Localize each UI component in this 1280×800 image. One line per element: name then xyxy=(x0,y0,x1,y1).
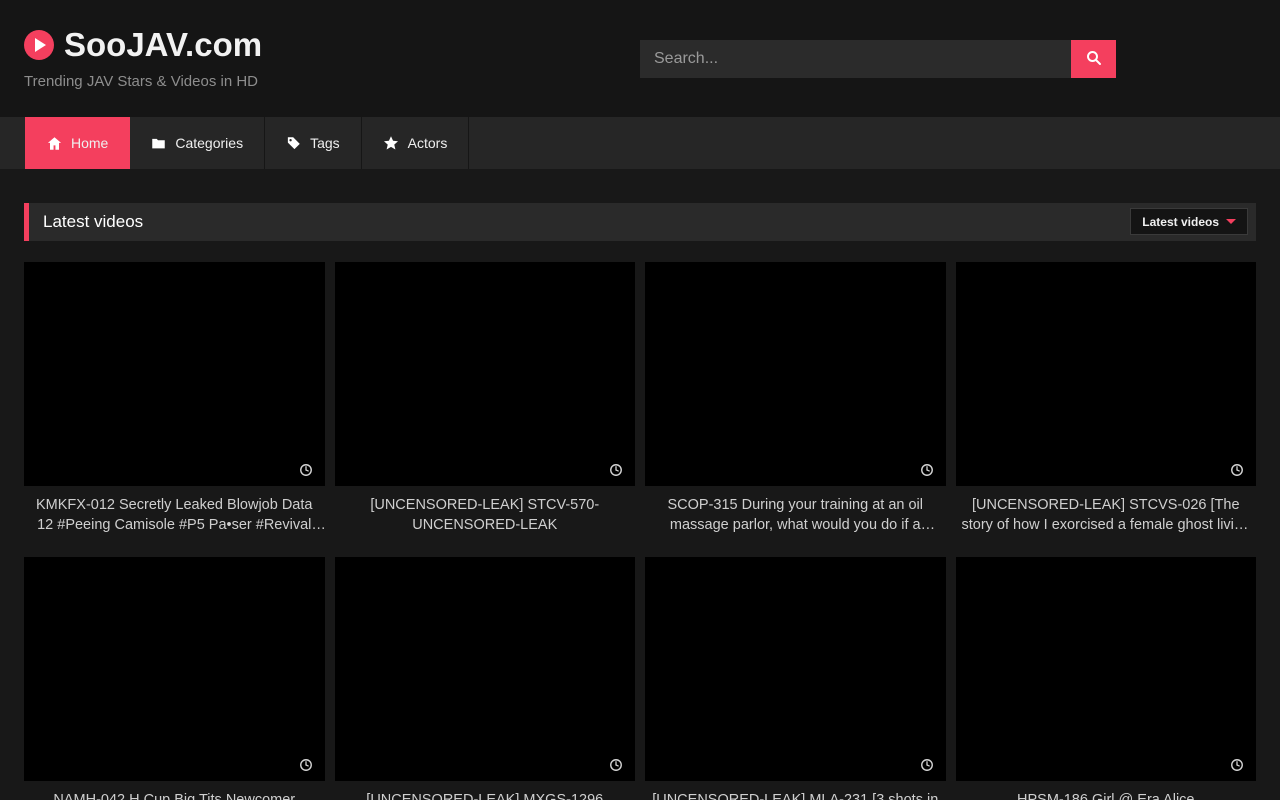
folder-icon xyxy=(151,136,166,151)
nav-item-categories[interactable]: Categories xyxy=(130,117,265,169)
video-card[interactable]: [UNCENSORED-LEAK] MLA-231 [3 shots in xyxy=(645,557,946,800)
site-logo[interactable]: SooJAV.com xyxy=(24,26,262,64)
video-card[interactable]: SCOP-315 During your training at an oil … xyxy=(645,262,946,535)
video-thumbnail[interactable] xyxy=(645,557,946,781)
main-nav: Home Categories Tags Actors xyxy=(0,117,1280,169)
video-thumbnail[interactable] xyxy=(956,262,1257,486)
video-card[interactable]: [UNCENSORED-LEAK] STCVS-026 [The story o… xyxy=(956,262,1257,535)
site-tagline: Trending JAV Stars & Videos in HD xyxy=(24,73,262,90)
search-box xyxy=(640,40,1116,78)
video-title: SCOP-315 During your training at an oil … xyxy=(645,495,946,535)
search-button[interactable] xyxy=(1071,40,1116,78)
video-thumbnail[interactable] xyxy=(335,262,636,486)
video-thumbnail[interactable] xyxy=(24,557,325,781)
tag-icon xyxy=(286,136,301,151)
video-grid: KMKFX-012 Secretly Leaked Blowjob Data 1… xyxy=(24,262,1256,800)
brand-block: SooJAV.com Trending JAV Stars & Videos i… xyxy=(24,26,262,90)
nav-item-label: Tags xyxy=(310,135,340,151)
video-title: [UNCENSORED-LEAK] STCVS-026 [The story o… xyxy=(956,495,1257,535)
section-title: Latest videos xyxy=(43,212,143,232)
clock-icon xyxy=(609,463,623,477)
nav-item-tags[interactable]: Tags xyxy=(265,117,362,169)
sort-dropdown-label: Latest videos xyxy=(1142,215,1219,229)
nav-item-actors[interactable]: Actors xyxy=(362,117,470,169)
home-icon xyxy=(47,136,62,151)
clock-icon xyxy=(299,758,313,772)
video-thumbnail[interactable] xyxy=(645,262,946,486)
clock-icon xyxy=(299,463,313,477)
clock-icon xyxy=(920,758,934,772)
video-thumbnail[interactable] xyxy=(335,557,636,781)
clock-icon xyxy=(1230,463,1244,477)
video-card[interactable]: [UNCENSORED-LEAK] STCV-570-UNCENSORED-LE… xyxy=(335,262,636,535)
nav-item-label: Home xyxy=(71,135,108,151)
video-title: HPSM-186 Girl @ Era Alice xyxy=(956,790,1257,800)
video-card[interactable]: KMKFX-012 Secretly Leaked Blowjob Data 1… xyxy=(24,262,325,535)
video-thumbnail[interactable] xyxy=(956,557,1257,781)
video-thumbnail[interactable] xyxy=(24,262,325,486)
video-card[interactable]: HPSM-186 Girl @ Era Alice xyxy=(956,557,1257,800)
sort-dropdown[interactable]: Latest videos xyxy=(1130,208,1248,235)
nav-item-label: Categories xyxy=(175,135,243,151)
video-title: [UNCENSORED-LEAK] MLA-231 [3 shots in xyxy=(645,790,946,800)
video-title: [UNCENSORED-LEAK] STCV-570-UNCENSORED-LE… xyxy=(335,495,636,535)
clock-icon xyxy=(609,758,623,772)
search-input[interactable] xyxy=(640,40,1071,78)
main-content: Latest videos Latest videos KMKFX-012 Se… xyxy=(0,203,1280,800)
site-header: SooJAV.com Trending JAV Stars & Videos i… xyxy=(0,0,1280,117)
video-title: KMKFX-012 Secretly Leaked Blowjob Data 1… xyxy=(24,495,325,535)
site-name: SooJAV.com xyxy=(64,26,262,64)
clock-icon xyxy=(1230,758,1244,772)
nav-item-label: Actors xyxy=(408,135,448,151)
video-title: [UNCENSORED-LEAK] MXGS-1296 Absolutely xyxy=(335,790,636,800)
nav-item-home[interactable]: Home xyxy=(25,117,130,169)
section-header: Latest videos Latest videos xyxy=(24,203,1256,241)
video-title: NAMH-042 H Cup Big Tits Newcomer (170cm … xyxy=(24,790,325,800)
star-icon xyxy=(383,135,399,151)
section-accent-bar xyxy=(24,203,29,241)
video-card[interactable]: [UNCENSORED-LEAK] MXGS-1296 Absolutely xyxy=(335,557,636,800)
clock-icon xyxy=(920,463,934,477)
video-card[interactable]: NAMH-042 H Cup Big Tits Newcomer (170cm … xyxy=(24,557,325,800)
play-circle-icon xyxy=(24,30,54,60)
search-icon xyxy=(1085,49,1103,70)
caret-down-icon xyxy=(1226,219,1236,224)
